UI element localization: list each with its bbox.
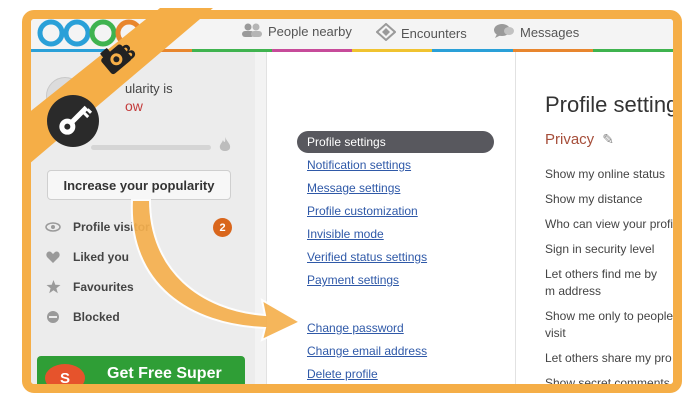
privacy-option: Let others share my pro — [545, 351, 672, 365]
screenshot-frame: People nearby Encounters Messages ularit… — [22, 10, 682, 393]
super-button-label: Get Free Super — [107, 365, 222, 382]
settings-panel: Profile setting Privacy ✎ Show my online… — [515, 52, 674, 384]
star-icon — [45, 279, 61, 295]
pencil-icon[interactable]: ✎ — [602, 131, 614, 148]
page-title: Profile setting — [545, 92, 674, 117]
menu-item-profile-customization[interactable]: Profile customization — [307, 204, 418, 218]
menu-item-verified-status-settings[interactable]: Verified status settings — [307, 250, 427, 264]
menu-item-notification-settings[interactable]: Notification settings — [307, 158, 411, 172]
menu-item-delete-profile[interactable]: Delete profile — [307, 367, 378, 381]
nav-label: People nearby — [268, 24, 352, 39]
privacy-label: Privacy — [545, 131, 595, 148]
sidebar-item-label: Blocked — [73, 310, 120, 324]
popularity-bar — [91, 145, 211, 150]
messages-icon — [493, 23, 515, 42]
nav-label: Messages — [520, 25, 580, 40]
left-sidebar: ularity is ow Increase your popularity P… — [31, 52, 255, 384]
menu-item-change-password[interactable]: Change password — [307, 321, 404, 335]
nav-people-nearby[interactable]: People nearby — [241, 23, 352, 40]
privacy-option: Let others find me by m address — [545, 267, 658, 298]
sidebar-item-blocked[interactable]: Blocked — [45, 307, 245, 327]
heart-icon — [45, 249, 61, 265]
nav-encounters[interactable]: Encounters — [375, 22, 467, 44]
menu-item-payment-settings[interactable]: Payment settings — [307, 273, 399, 287]
menu-item-invisible-mode[interactable]: Invisible mode — [307, 227, 384, 241]
popularity-status: ow — [125, 98, 143, 114]
privacy-option: Show secret comments — [545, 376, 670, 384]
menu-item-profile-settings[interactable]: Profile settings — [297, 131, 494, 153]
privacy-option: Sign in security level — [545, 242, 655, 256]
settings-menu: Profile settings Notification settings M… — [266, 52, 515, 384]
privacy-heading: Privacy ✎ — [545, 131, 614, 148]
sidebar-item-label: Favourites — [73, 280, 134, 294]
increase-popularity-button[interactable]: Increase your popularity — [47, 170, 231, 200]
nav-messages[interactable]: Messages — [493, 23, 579, 42]
avatar[interactable] — [46, 77, 84, 115]
blocked-icon — [45, 309, 61, 325]
menu-item-message-settings[interactable]: Message settings — [307, 181, 400, 195]
super-powers-logo: S — [45, 364, 85, 384]
popularity-label: ularity is — [125, 81, 173, 96]
people-icon — [241, 23, 263, 40]
privacy-option: Show my online status — [545, 167, 666, 181]
sidebar-item-liked-you[interactable]: Liked you — [45, 247, 245, 267]
get-free-super-button[interactable]: S Get Free Super — [37, 356, 245, 384]
sidebar-item-favourites[interactable]: Favourites — [45, 277, 245, 297]
privacy-option: Show me only to people visit — [545, 309, 674, 340]
encounters-icon — [375, 22, 397, 44]
privacy-option: Who can view your profi — [545, 217, 674, 231]
sidebar-item-label: Liked you — [73, 250, 130, 264]
top-navigation: People nearby Encounters Messages — [31, 19, 673, 51]
menu-item-change-email-address[interactable]: Change email address — [307, 344, 427, 358]
privacy-option: Show my distance — [545, 192, 643, 206]
eye-icon — [45, 219, 61, 235]
nav-label: Encounters — [401, 26, 467, 41]
visitor-count-badge: 2 — [213, 218, 232, 237]
flame-icon — [219, 137, 231, 156]
sidebar-item-label: Profile visitor — [73, 220, 150, 234]
